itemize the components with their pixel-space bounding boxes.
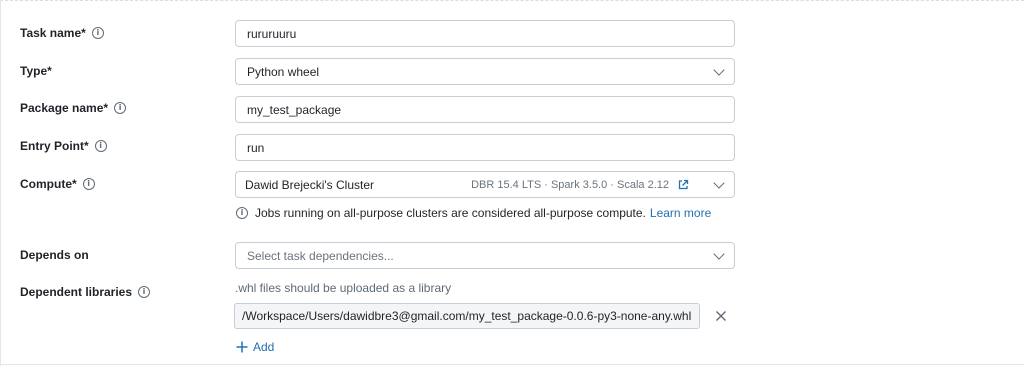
package-name-label: Package name* i bbox=[20, 99, 127, 117]
info-icon[interactable]: i bbox=[94, 140, 107, 152]
depends-on-placeholder: Select task dependencies... bbox=[247, 248, 394, 263]
type-label: Type* bbox=[20, 62, 52, 80]
entry-point-field[interactable] bbox=[235, 134, 735, 161]
entry-point-input[interactable] bbox=[247, 140, 723, 155]
compute-select-value: Dawid Brejecki's Cluster bbox=[245, 177, 374, 192]
task-name-label: Task name* i bbox=[20, 24, 104, 42]
package-name-label-text: Package name* bbox=[20, 101, 109, 115]
task-name-label-text: Task name* bbox=[20, 26, 86, 40]
whl-note: .whl files should be uploaded as a libra… bbox=[235, 281, 452, 295]
top-divider bbox=[0, 0, 1024, 1]
info-icon[interactable]: i bbox=[82, 178, 95, 190]
compute-hint: i Jobs running on all-purpose clusters a… bbox=[236, 206, 711, 220]
compute-select[interactable]: Dawid Brejecki's Cluster DBR 15.4 LTS · … bbox=[235, 171, 735, 198]
info-icon[interactable]: i bbox=[138, 286, 151, 298]
library-path-value: /Workspace/Users/dawidbre3@gmail.com/my_… bbox=[242, 309, 692, 323]
learn-more-link[interactable]: Learn more bbox=[650, 206, 711, 220]
type-select[interactable]: Python wheel bbox=[235, 58, 735, 85]
type-select-value: Python wheel bbox=[247, 64, 320, 79]
close-icon[interactable] bbox=[715, 310, 727, 322]
compute-label-text: Compute* bbox=[20, 177, 77, 191]
info-icon: i bbox=[236, 207, 248, 219]
plus-icon bbox=[236, 341, 248, 353]
package-name-input[interactable] bbox=[247, 102, 723, 117]
bottom-divider bbox=[0, 364, 1024, 365]
add-library-button[interactable]: Add bbox=[236, 340, 274, 354]
depends-on-select[interactable]: Select task dependencies... bbox=[235, 242, 735, 269]
compute-meta: DBR 15.4 LTS · Spark 3.5.0 · Scala 2.12 bbox=[471, 178, 669, 191]
compute-hint-text: Jobs running on all-purpose clusters are… bbox=[255, 206, 646, 220]
info-icon[interactable]: i bbox=[114, 102, 127, 114]
dependent-libraries-label: Dependent libraries i bbox=[20, 283, 151, 301]
task-name-field[interactable] bbox=[235, 20, 735, 47]
depends-on-label: Depends on bbox=[20, 246, 89, 264]
type-label-text: Type* bbox=[20, 64, 52, 78]
entry-point-label-text: Entry Point* bbox=[20, 139, 89, 153]
chevron-down-icon[interactable] bbox=[713, 63, 725, 76]
chevron-down-icon[interactable] bbox=[713, 176, 725, 189]
dependent-libraries-label-text: Dependent libraries bbox=[20, 285, 133, 299]
chevron-down-icon[interactable] bbox=[713, 247, 725, 260]
add-library-label: Add bbox=[253, 340, 275, 354]
depends-on-label-text: Depends on bbox=[20, 248, 89, 262]
entry-point-label: Entry Point* i bbox=[20, 137, 107, 155]
package-name-field[interactable] bbox=[235, 96, 735, 123]
info-icon[interactable]: i bbox=[91, 27, 104, 39]
compute-label: Compute* i bbox=[20, 175, 95, 193]
external-link-icon[interactable] bbox=[677, 179, 689, 191]
task-name-input[interactable] bbox=[247, 26, 723, 41]
library-path-field[interactable]: /Workspace/Users/dawidbre3@gmail.com/my_… bbox=[234, 303, 700, 329]
left-divider bbox=[0, 0, 1, 366]
